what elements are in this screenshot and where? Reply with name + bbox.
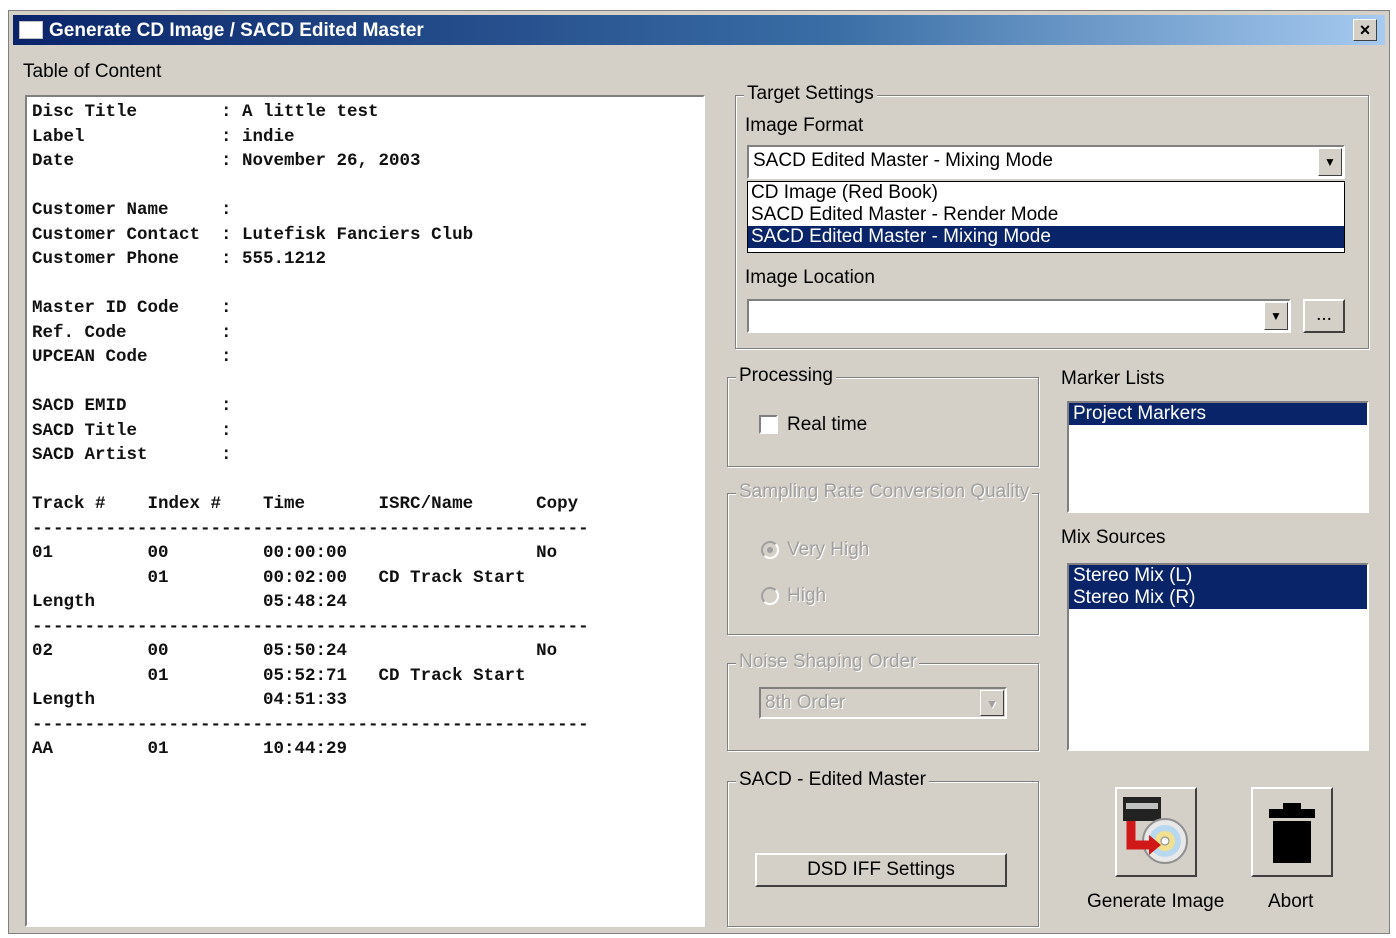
very-high-label: Very High xyxy=(787,539,870,560)
abort-label: Abort xyxy=(1268,891,1314,912)
browse-button[interactable]: ... xyxy=(1303,299,1345,333)
target-settings-legend: Target Settings xyxy=(744,83,877,105)
high-radio[interactable] xyxy=(761,587,779,605)
src-quality-legend: Sampling Rate Conversion Quality xyxy=(736,481,1033,503)
radio-dot xyxy=(767,547,773,553)
list-item[interactable]: Stereo Mix (R) xyxy=(1069,587,1367,609)
sacd-master-legend: SACD - Edited Master xyxy=(736,769,929,791)
trash-icon xyxy=(1269,803,1315,863)
chevron-down-icon[interactable]: ▼ xyxy=(980,690,1004,716)
toc-label: Table of Content xyxy=(23,61,162,82)
dsd-iff-settings-button[interactable]: DSD IFF Settings xyxy=(755,853,1007,887)
mix-sources-listbox[interactable]: Stereo Mix (L) Stereo Mix (R) xyxy=(1067,563,1369,751)
generate-image-label: Generate Image xyxy=(1087,891,1225,912)
realtime-label: Real time xyxy=(787,414,868,435)
image-format-option[interactable]: CD Image (Red Book) xyxy=(748,182,1344,204)
image-format-dropdown: CD Image (Red Book) SACD Edited Master -… xyxy=(747,181,1345,253)
app-icon xyxy=(19,21,43,39)
image-format-option[interactable]: SACD Edited Master - Render Mode xyxy=(748,204,1344,226)
image-location-label: Image Location xyxy=(745,267,875,288)
dialog-window: Generate CD Image / SACD Edited Master ×… xyxy=(8,10,1390,934)
noise-shaping-select[interactable]: 8th Order ▼ xyxy=(759,687,1007,719)
processing-legend: Processing xyxy=(736,365,836,387)
mix-sources-label: Mix Sources xyxy=(1061,527,1166,548)
very-high-radio[interactable] xyxy=(761,541,779,559)
realtime-checkbox[interactable] xyxy=(759,415,778,434)
noise-shaping-value: 8th Order xyxy=(765,692,846,713)
image-location-select[interactable]: ▼ xyxy=(747,299,1291,333)
image-format-value: SACD Edited Master - Mixing Mode xyxy=(753,150,1053,171)
window-title: Generate CD Image / SACD Edited Master xyxy=(49,20,424,41)
list-item[interactable]: Project Markers xyxy=(1069,403,1367,425)
image-format-select[interactable]: SACD Edited Master - Mixing Mode ▼ xyxy=(747,145,1345,179)
image-format-option-selected[interactable]: SACD Edited Master - Mixing Mode xyxy=(748,226,1344,248)
close-button[interactable]: × xyxy=(1353,19,1377,41)
src-quality-group: Sampling Rate Conversion Quality xyxy=(727,481,1039,635)
high-label: High xyxy=(787,585,827,606)
toc-text: Disc Title : A little test Label : indie… xyxy=(32,102,589,759)
toc-textbox[interactable]: Disc Title : A little test Label : indie… xyxy=(25,95,705,927)
marker-lists-listbox[interactable]: Project Markers xyxy=(1067,401,1369,513)
chevron-down-icon[interactable]: ▼ xyxy=(1318,148,1342,176)
generate-image-button[interactable] xyxy=(1115,787,1197,877)
chevron-down-icon[interactable]: ▼ xyxy=(1264,302,1288,330)
list-item[interactable]: Stereo Mix (L) xyxy=(1069,565,1367,587)
image-format-label: Image Format xyxy=(745,115,864,136)
noise-shaping-legend: Noise Shaping Order xyxy=(736,651,920,673)
abort-button[interactable] xyxy=(1251,787,1333,877)
generate-image-icon xyxy=(1123,797,1188,864)
title-bar[interactable]: Generate CD Image / SACD Edited Master × xyxy=(13,15,1385,45)
marker-lists-label: Marker Lists xyxy=(1061,368,1165,389)
